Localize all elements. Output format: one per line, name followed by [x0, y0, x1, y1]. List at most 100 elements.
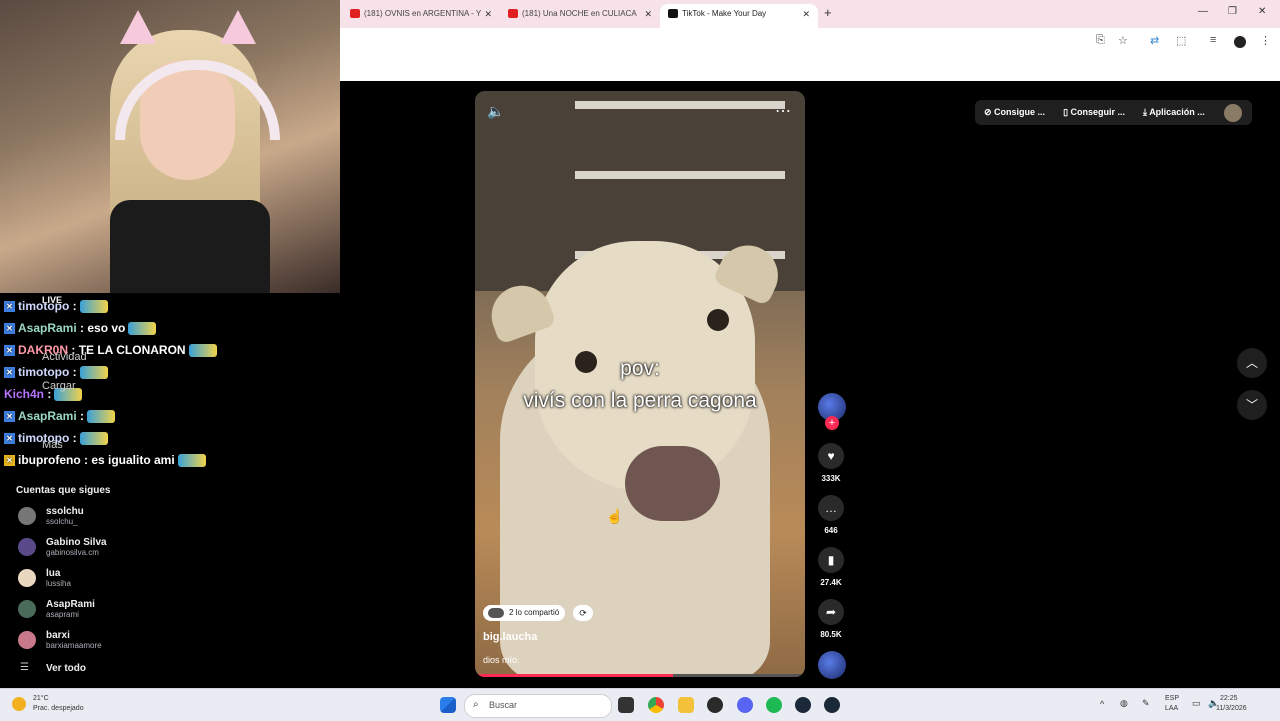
- profile-avatar[interactable]: [1223, 103, 1242, 122]
- browser-infobar: [340, 56, 1280, 82]
- steam-icon[interactable]: [824, 697, 840, 713]
- sidebar-mas[interactable]: Más: [42, 439, 63, 451]
- next-video-button[interactable]: ﹀: [1237, 390, 1267, 420]
- heart-icon: ♥: [818, 443, 844, 469]
- chat-message: ✕ ibuprofeno : es igualito ami: [4, 453, 206, 468]
- webcam-overlay: [0, 0, 340, 293]
- clock-time[interactable]: 22:25: [1220, 695, 1238, 702]
- obs-icon[interactable]: [707, 697, 723, 713]
- extensions-icon[interactable]: ⬚: [1176, 34, 1186, 47]
- share-count: 80.5K: [820, 630, 842, 639]
- sidebar-actividad[interactable]: Actividad: [42, 351, 87, 363]
- chevron-down-icon: ﹀: [1245, 398, 1258, 412]
- chat-emote-icon: [79, 366, 108, 380]
- chat-username[interactable]: timotopo: [18, 365, 69, 379]
- following-item[interactable]: barxi barxiamaamore: [18, 628, 318, 654]
- network-icon[interactable]: ◍: [1120, 698, 1128, 709]
- file-explorer-icon[interactable]: [678, 697, 694, 713]
- like-count: 333K: [821, 474, 841, 483]
- repost-icon[interactable]: ⟳: [573, 605, 593, 621]
- list-icon: ☰: [20, 662, 29, 673]
- steam-icon[interactable]: [795, 697, 811, 713]
- avatars-icon: [488, 608, 504, 618]
- minimize-icon[interactable]: —: [1198, 6, 1208, 17]
- chat-username[interactable]: Kich4n: [4, 387, 44, 401]
- following-handle: barxiamaamore: [46, 641, 102, 650]
- language-label[interactable]: ESP: [1165, 695, 1179, 702]
- close-icon[interactable]: ✕: [802, 4, 810, 24]
- following-item[interactable]: ssolchu ssolchu_: [18, 504, 318, 530]
- install-app-icon[interactable]: ⎘: [1096, 34, 1105, 47]
- following-item[interactable]: AsapRami asaprami: [18, 597, 318, 623]
- avatar: [18, 631, 36, 649]
- chat-emote-icon: [188, 344, 217, 358]
- tiktok-top-actions: ⊘ Consigue ... ▯ Conseguir ... ⤓ Aplicac…: [975, 100, 1252, 125]
- video-description: dios mío.: [483, 655, 520, 665]
- browser-toolbar: ⎘ ☆ ⇄ ⬚ ≡ ⋮: [340, 28, 1280, 56]
- spotify-icon[interactable]: [766, 697, 782, 713]
- taskbar-search[interactable]: ⌕ Buscar: [464, 694, 612, 718]
- discord-icon[interactable]: [737, 697, 753, 713]
- share-button[interactable]: ➦ 80.5K: [818, 599, 844, 639]
- pen-icon[interactable]: ✎: [1142, 698, 1150, 709]
- get-coins-button[interactable]: ⊘ Consigue ...: [975, 107, 1054, 118]
- chat-text: es igualito ami: [91, 453, 175, 467]
- weather-sun-icon[interactable]: [12, 697, 26, 711]
- comment-button[interactable]: … 646: [818, 495, 844, 535]
- chevron-up-icon: ︿: [1245, 356, 1258, 370]
- streamer-top: [110, 200, 270, 293]
- sound-disc-icon[interactable]: [818, 651, 846, 679]
- chat-username[interactable]: ibuprofeno: [18, 453, 81, 467]
- bookmark-icon: ▮: [818, 547, 844, 573]
- video-player[interactable]: 🔈 ⋯ pov: vivís con la perra cagona 2 lo …: [475, 91, 805, 677]
- following-item[interactable]: lua lussiha: [18, 566, 318, 592]
- get-app-button[interactable]: ▯ Conseguir ...: [1054, 107, 1134, 118]
- chat-message: ✕ AsapRami : eso vo: [4, 321, 157, 336]
- progress-bar[interactable]: [475, 674, 805, 677]
- tab-ovnis[interactable]: (181) OVNIS en ARGENTINA - Y ✕: [342, 4, 500, 28]
- see-all-label: Ver todo: [46, 663, 87, 674]
- more-options-icon[interactable]: ⋯: [775, 101, 791, 121]
- chat-username[interactable]: AsapRami: [18, 409, 77, 423]
- browser-tab-bar: (181) OVNIS en ARGENTINA - Y ✕ (181) Una…: [340, 0, 1280, 28]
- following-name: Gabino Silva: [46, 537, 107, 548]
- chevron-up-icon[interactable]: ^: [1100, 699, 1104, 709]
- following-name: lua: [46, 568, 61, 579]
- chat-message: ✕ AsapRami :: [4, 409, 116, 424]
- previous-video-button[interactable]: ︿: [1237, 348, 1267, 378]
- new-tab-button[interactable]: +: [824, 5, 832, 20]
- chrome-icon[interactable]: [648, 697, 664, 713]
- volume-icon[interactable]: 🔈: [487, 103, 504, 120]
- save-button[interactable]: ▮ 27.4K: [818, 547, 844, 587]
- download-app-button[interactable]: ⤓ Aplicación ...: [1134, 107, 1214, 118]
- tab-tiktok[interactable]: TikTok - Make Your Day ✕: [660, 4, 818, 28]
- like-button[interactable]: ♥ 333K: [818, 443, 844, 483]
- chat-username[interactable]: timotopo: [18, 299, 69, 313]
- follow-plus-icon[interactable]: +: [825, 416, 839, 430]
- tab-noche[interactable]: (181) Una NOCHE en CULIACA ✕: [500, 4, 660, 28]
- tiktok-page: 🔈 ⋯ pov: vivís con la perra cagona 2 lo …: [340, 81, 1280, 688]
- translate-icon[interactable]: ⇄: [1150, 34, 1159, 47]
- shared-chip[interactable]: 2 lo compartió: [483, 605, 566, 621]
- profile-avatar[interactable]: [1234, 36, 1246, 48]
- menu-kebab-icon[interactable]: ⋮: [1260, 34, 1271, 47]
- task-view-icon[interactable]: [618, 697, 634, 713]
- following-item[interactable]: Gabino Silva gabinosilva.cm: [18, 535, 318, 561]
- window-close-icon[interactable]: ✕: [1258, 6, 1266, 17]
- save-count: 27.4K: [820, 578, 842, 587]
- close-icon[interactable]: ✕: [484, 4, 492, 24]
- windows-start-icon[interactable]: [440, 697, 456, 713]
- chat-separator: :: [69, 365, 77, 379]
- media-controls-icon[interactable]: ≡: [1210, 34, 1216, 46]
- chat-username[interactable]: AsapRami: [18, 321, 77, 335]
- chat-separator: :: [80, 453, 92, 467]
- chat-message: ✕ timotopo :: [4, 365, 108, 380]
- maximize-icon[interactable]: ❐: [1228, 6, 1237, 17]
- author-name[interactable]: big.laucha: [483, 631, 537, 643]
- bookmark-star-icon[interactable]: ☆: [1118, 34, 1128, 47]
- sidebar-cargar[interactable]: Cargar: [42, 380, 76, 392]
- display-icon[interactable]: ▭: [1192, 698, 1201, 709]
- chat-badge-icon: ✕: [4, 345, 15, 357]
- see-all-link[interactable]: ☰ Ver todo: [18, 660, 318, 686]
- close-icon[interactable]: ✕: [644, 4, 652, 24]
